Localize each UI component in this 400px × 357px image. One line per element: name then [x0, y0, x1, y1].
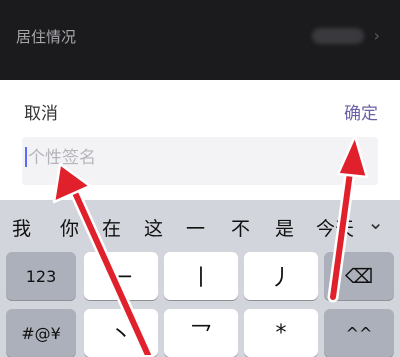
candidate-word[interactable]: 在 [102, 214, 121, 241]
key-123[interactable]: 123 [6, 252, 76, 300]
candidate-word[interactable]: 这 [144, 214, 163, 241]
key-emoticon[interactable]: ^^ [324, 309, 394, 357]
candidate-word[interactable]: 你 [60, 214, 79, 241]
residence-label: 居住情况 [16, 28, 77, 46]
candidate-word[interactable]: 我 [12, 214, 31, 241]
backspace-icon[interactable]: ⌫ [324, 252, 394, 300]
chevron-right-icon: › [373, 26, 380, 45]
candidate-word[interactable]: 不 [231, 214, 250, 241]
key-stroke-pie[interactable]: 丿 [244, 252, 318, 300]
signature-dialog: 取消 确定 [0, 80, 400, 200]
confirm-button[interactable]: 确定 [344, 99, 378, 124]
key-stroke-heng[interactable]: 一 [84, 252, 158, 300]
key-stroke-shu[interactable]: 丨 [164, 252, 238, 300]
cancel-button[interactable]: 取消 [24, 99, 58, 124]
signature-field[interactable] [22, 137, 378, 185]
key-symbols[interactable]: #@¥ [6, 309, 76, 357]
key-stroke-dian[interactable]: 丶 [84, 309, 158, 357]
candidate-bar: 我 你 在 这 一 不 是 今天 ⌄ [0, 200, 400, 250]
candidate-word[interactable]: 今天 [316, 214, 354, 241]
candidate-word[interactable]: 是 [275, 214, 294, 241]
key-wildcard[interactable]: * [244, 309, 318, 357]
candidate-word[interactable]: 一 [186, 214, 205, 241]
blurred-value [312, 28, 364, 44]
signature-input[interactable] [22, 143, 370, 173]
residence-row[interactable]: 居住情况 › [0, 0, 400, 80]
chevron-down-icon[interactable]: ⌄ [367, 210, 384, 234]
key-stroke-zhe[interactable]: 乛 [164, 309, 238, 357]
